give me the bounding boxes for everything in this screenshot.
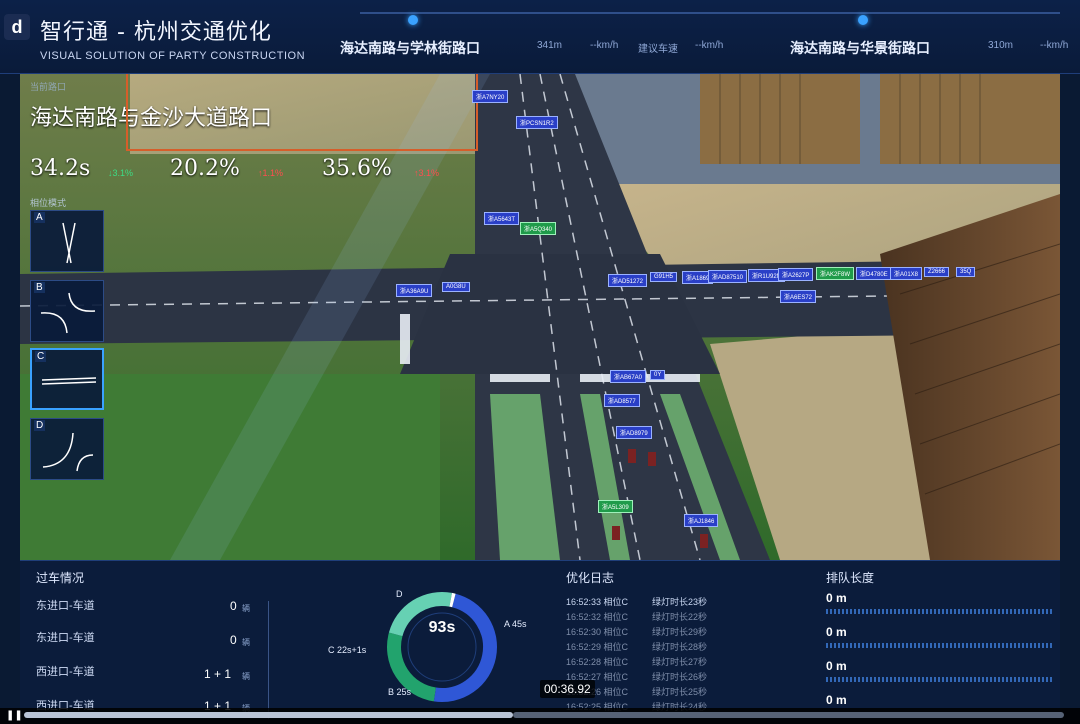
donut-segment-1[interactable] (387, 632, 437, 702)
metric-stop-rate: 20.2% (170, 156, 240, 181)
queue-value: 0 m (826, 693, 847, 707)
app-header: d 智行通 - 杭州交通优化 VISUAL SOLUTION OF PARTY … (0, 0, 1080, 74)
bottom-dashboard: 过车情况 东进口-车道 0 辆 东进口-车道 0 辆 西进口-车道 1 + 1 … (20, 560, 1060, 724)
vehicle-plate[interactable]: 浙A2627P (778, 268, 814, 281)
phase-c-straight-icon (41, 377, 97, 385)
vehicle-plate[interactable]: 浙D4780E (856, 267, 892, 280)
vehicle-plate[interactable]: 浙AK2F8W (816, 267, 855, 280)
traffic-row-unit: 辆 (242, 638, 250, 647)
log-panel-title: 优化日志 (566, 571, 615, 585)
intersection-1-name[interactable]: 海达南路与学林街路口 (340, 38, 480, 58)
traffic-row-label: 东进口-车道 (36, 600, 95, 612)
vehicle-plate[interactable]: Z2666 (924, 267, 950, 277)
donut-segment-3[interactable] (449, 592, 456, 608)
log-entry: 16:52:29 相位C 绿灯时长28秒 (566, 642, 708, 652)
video-progress-remaining[interactable] (513, 712, 1064, 718)
log-entry: 16:52:33 相位C 绿灯时长23秒 (566, 597, 708, 607)
log-entry: 16:52:32 相位C 绿灯时长22秒 (566, 612, 708, 622)
vehicle-plate[interactable]: 浙AD87510 (708, 270, 748, 283)
queue-value: 0 m (826, 591, 847, 605)
app-title: 智行通 - 杭州交通优化 (40, 20, 272, 45)
log-entry: 16:52:30 相位C 绿灯时长29秒 (566, 627, 708, 637)
current-intersection-label: 当前路口 (30, 82, 67, 92)
vehicle-plate[interactable]: 浙AD8979 (616, 426, 652, 439)
vehicle-plate[interactable]: 浙A5643T (484, 212, 520, 225)
intersection-1-distance: 341m (537, 40, 563, 51)
route-node-2[interactable] (858, 15, 868, 25)
queue-bar (826, 643, 1054, 648)
route-node-1[interactable] (408, 15, 418, 25)
intersection-3d-view[interactable]: 当前路口 海达南路与金沙大道路口 34.2s ↓3.1% 20.2% ↑1.1%… (20, 74, 1060, 560)
traffic-row-value: 0 (230, 633, 237, 647)
traffic-axis (268, 601, 269, 719)
metric-saturation-delta: ↑3.1% (414, 168, 440, 178)
traffic-panel-title: 过车情况 (36, 571, 85, 585)
metric-delay-delta: ↓3.1% (108, 168, 134, 178)
phase-c-duration: C 22s+1s (328, 645, 367, 655)
phase-card-b[interactable]: B (30, 280, 104, 342)
traffic-row-unit: 辆 (242, 672, 250, 681)
vehicle-plate[interactable]: A0G8U (442, 282, 470, 292)
vehicle-plate[interactable]: 0Y (650, 370, 666, 380)
video-progress-played[interactable] (24, 712, 513, 718)
traffic-row-label: 东进口-车道 (36, 632, 95, 644)
phase-b-turn-icon (40, 292, 96, 334)
phase-card-a[interactable]: A (30, 210, 104, 272)
vehicle-plate[interactable]: 浙A5Q340 (520, 222, 557, 235)
traffic-row-value: 1 + 1 (204, 667, 232, 681)
intersection-2-distance: 310m (988, 40, 1014, 51)
phase-d-turn-icon (42, 432, 94, 472)
phase-card-c[interactable]: C (30, 348, 104, 410)
app-logo: d (4, 14, 30, 40)
vehicle-plate[interactable]: 浙AD8577 (604, 394, 640, 407)
vehicle-plate[interactable]: 35Q (956, 267, 976, 277)
title-highlight-frame (126, 74, 478, 151)
phase-a-duration: A 45s (504, 619, 527, 629)
metric-delay: 34.2s (30, 156, 91, 181)
queue-value: 0 m (826, 625, 847, 639)
advice-speed-label: 建议车速 (638, 44, 678, 55)
pause-icon[interactable]: ❚❚ (6, 710, 23, 722)
intersection-2-name[interactable]: 海达南路与华景街路口 (790, 38, 930, 58)
vehicle-plate[interactable]: 浙A6ES72 (780, 290, 817, 303)
vehicle-plate[interactable]: 浙AJ1846 (684, 514, 719, 527)
vehicle-plate[interactable]: 浙A7NY20 (472, 90, 509, 103)
phase-card-d[interactable]: D (30, 418, 104, 480)
phase-d-duration: D (396, 589, 403, 599)
video-timecode: 00:36.92 (540, 680, 595, 698)
phase-b-duration: B 25s (388, 687, 412, 697)
traffic-row-unit: 辆 (242, 604, 250, 613)
vehicle-plate[interactable]: 浙AB67A0 (610, 370, 647, 383)
cycle-total: 93s (428, 619, 456, 636)
queue-value: 0 m (826, 659, 847, 673)
traffic-row-label: 西进口-车道 (36, 666, 95, 678)
intersection-1-speed: --km/h (590, 40, 619, 51)
metric-stop-rate-delta: ↑1.1% (258, 168, 284, 178)
traffic-row-value: 0 (230, 599, 237, 613)
vehicle-plate[interactable]: 浙PCSN1R2 (516, 116, 558, 129)
log-entry: 16:52:28 相位C 绿灯时长27秒 (566, 657, 708, 667)
vehicle-plate[interactable]: 浙A5L309 (598, 500, 633, 513)
route-line (360, 12, 1060, 14)
phase-a-straight-icon (62, 222, 76, 264)
vehicle-plate[interactable]: 浙AD51272 (608, 274, 648, 287)
metric-saturation: 35.6% (322, 156, 392, 181)
vehicle-plate[interactable]: 浙A36A9U (396, 284, 433, 297)
queue-bar (826, 677, 1054, 682)
queue-panel-title: 排队长度 (826, 571, 875, 585)
phase-pattern-label: 相位模式 (30, 198, 67, 208)
queue-bar (826, 609, 1054, 614)
app-subtitle: VISUAL SOLUTION OF PARTY CONSTRUCTION (40, 50, 306, 62)
vehicle-plate[interactable]: G91H5 (650, 272, 678, 282)
vehicle-plate[interactable]: 浙A01X8 (890, 267, 923, 280)
intersection-2-speed: --km/h (1040, 40, 1069, 51)
advice-speed: --km/h (695, 40, 724, 51)
